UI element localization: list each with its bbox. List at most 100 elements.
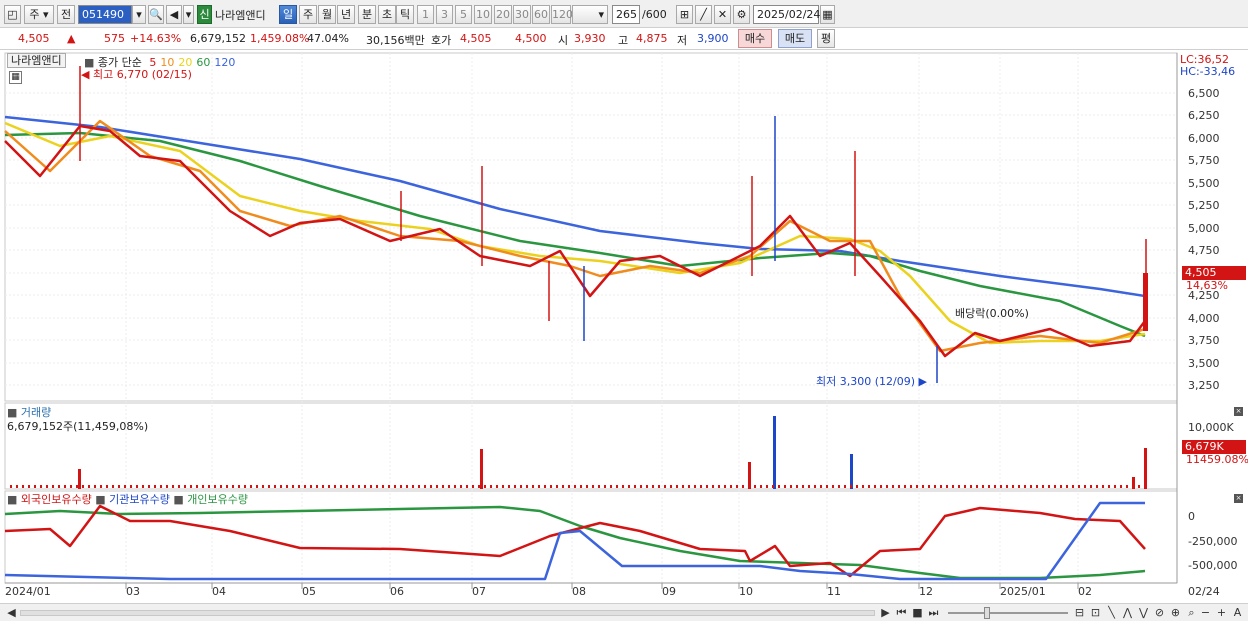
stop-icon[interactable]: ■ <box>910 605 925 620</box>
volume-bar <box>1054 485 1056 488</box>
volume-close-icon[interactable]: × <box>1234 407 1243 416</box>
tool-e-icon[interactable]: ⋁ <box>1136 605 1151 620</box>
volume-bar <box>808 485 810 488</box>
period-tab-1[interactable]: 주 <box>299 5 317 24</box>
interval-tab-6[interactable]: 60 <box>532 5 550 24</box>
holdings-close-icon[interactable]: × <box>1234 494 1243 503</box>
period-tab-5[interactable]: 초 <box>378 5 396 24</box>
volume-bar <box>646 485 648 488</box>
search-icon[interactable]: 🔍 <box>148 5 164 24</box>
zoom-slider[interactable] <box>948 612 1068 614</box>
scroll-right-icon[interactable]: ▶ <box>878 605 893 620</box>
volume-bar <box>178 485 180 488</box>
zoom-out-icon[interactable]: − <box>1198 605 1213 620</box>
speaker-dropdown-icon[interactable]: ▾ <box>183 5 194 24</box>
open-label: 시 <box>558 34 569 47</box>
volume-bar <box>874 485 876 488</box>
interval-tab-3[interactable]: 10 <box>474 5 492 24</box>
zoom-in-icon[interactable]: + <box>1214 605 1229 620</box>
period-tab-3[interactable]: 년 <box>337 5 355 24</box>
tool-f-icon[interactable]: ⊘ <box>1152 605 1167 620</box>
code-dropdown-icon[interactable]: ▾ <box>132 5 146 24</box>
type-select[interactable]: 주 ▾ <box>24 5 54 24</box>
interval-tab-1[interactable]: 3 <box>436 5 453 24</box>
period-tab-0[interactable]: 일 <box>279 5 297 24</box>
buy-button[interactable]: 매수 <box>738 29 772 48</box>
date-axis-label: 06 <box>390 585 404 598</box>
volume-bar <box>160 485 162 488</box>
window-icon[interactable]: ◰ <box>4 5 21 24</box>
count-input[interactable]: 265 <box>612 5 640 24</box>
volume-bar <box>58 485 60 488</box>
eval-button[interactable]: 평 <box>817 29 835 48</box>
scrollbar-track[interactable] <box>20 610 875 616</box>
volume-bar <box>436 485 438 488</box>
last-page-icon[interactable]: ⏭ <box>926 605 941 620</box>
volume-bar <box>958 485 960 488</box>
volume-bar <box>1042 485 1044 488</box>
date-input[interactable]: 2025/02/24 <box>753 5 820 24</box>
all-button[interactable]: 전 <box>57 5 75 24</box>
date-axis-label: 04 <box>212 585 226 598</box>
interval-tab-0[interactable]: 1 <box>417 5 434 24</box>
font-size-icon[interactable]: A <box>1230 605 1245 620</box>
first-page-icon[interactable]: ⏮ <box>894 605 909 620</box>
chart-tool-icon[interactable]: ⊞ <box>676 5 693 24</box>
period-tab-6[interactable]: 틱 <box>396 5 414 24</box>
zoom-slider-thumb[interactable] <box>984 607 990 619</box>
tool-c-icon[interactable]: ╲ <box>1104 605 1119 620</box>
volume-bar <box>478 485 480 488</box>
scroll-left-icon[interactable]: ◀ <box>4 605 19 620</box>
cross-tool-icon[interactable]: ✕ <box>714 5 731 24</box>
last-price-tag: 4,505 <box>1182 266 1246 280</box>
volume-bar <box>28 485 30 488</box>
volume-bar <box>184 485 186 488</box>
interval-dropdown[interactable]: ▾ <box>572 5 608 24</box>
volume-bar <box>1132 485 1134 488</box>
period-tab-2[interactable]: 월 <box>318 5 336 24</box>
volume-bar <box>904 485 906 488</box>
sell-button[interactable]: 매도 <box>778 29 812 48</box>
price-axis-tick: 5,250 <box>1188 199 1220 212</box>
interval-tab-2[interactable]: 5 <box>455 5 472 24</box>
tool-b-icon[interactable]: ⊡ <box>1088 605 1103 620</box>
tool-a-icon[interactable]: ⊟ <box>1072 605 1087 620</box>
volume-bar <box>910 485 912 488</box>
date-axis-label: 10 <box>739 585 753 598</box>
ma-legend-60: 60 <box>196 56 211 69</box>
zoom-icon[interactable]: ⌕ <box>1184 605 1199 620</box>
volume-bar <box>100 485 102 488</box>
volume-bar <box>982 485 984 488</box>
volume-bar <box>508 485 510 488</box>
line-tool-icon[interactable]: ╱ <box>695 5 712 24</box>
volume-bar <box>1084 485 1086 488</box>
calendar-icon[interactable]: ▦ <box>820 5 835 24</box>
grid-icon[interactable]: ▦ <box>9 71 22 84</box>
price-axis-tick: 6,000 <box>1188 132 1220 145</box>
current-price: 4,505 <box>18 32 50 45</box>
date-axis-label: 05 <box>302 585 316 598</box>
volume-bar <box>622 485 624 488</box>
volume-bar <box>688 485 690 488</box>
volume-bar <box>400 485 402 488</box>
volume-bar <box>316 485 318 488</box>
price-axis-tick: 3,250 <box>1188 379 1220 392</box>
low-price: 3,900 <box>697 32 729 45</box>
stock-chart[interactable]: 나라엠앤디 ■ 종가 단순 5 10 20 60 120 ▦ ◀ 최고 6,770 (0… <box>0 51 1248 621</box>
volume-bar <box>730 485 732 488</box>
tool-g-icon[interactable]: ⊕ <box>1168 605 1183 620</box>
interval-tab-5[interactable]: 30 <box>513 5 531 24</box>
code-input[interactable]: 051490 <box>78 5 132 24</box>
volume-bar <box>190 485 192 488</box>
interval-tab-4[interactable]: 20 <box>494 5 512 24</box>
gear-icon[interactable]: ⚙ <box>733 5 750 24</box>
tool-d-icon[interactable]: ⋀ <box>1120 605 1135 620</box>
chart-stock-name: 나라엠앤디 <box>7 53 66 68</box>
period-tab-4[interactable]: 분 <box>358 5 376 24</box>
volume-bar <box>772 485 774 488</box>
speaker-icon[interactable]: ◀ <box>166 5 182 24</box>
volume-bar <box>652 485 654 488</box>
volume-bar <box>922 485 924 488</box>
interval-tab-7[interactable]: 120 <box>551 5 573 24</box>
volume-bar <box>64 485 66 488</box>
